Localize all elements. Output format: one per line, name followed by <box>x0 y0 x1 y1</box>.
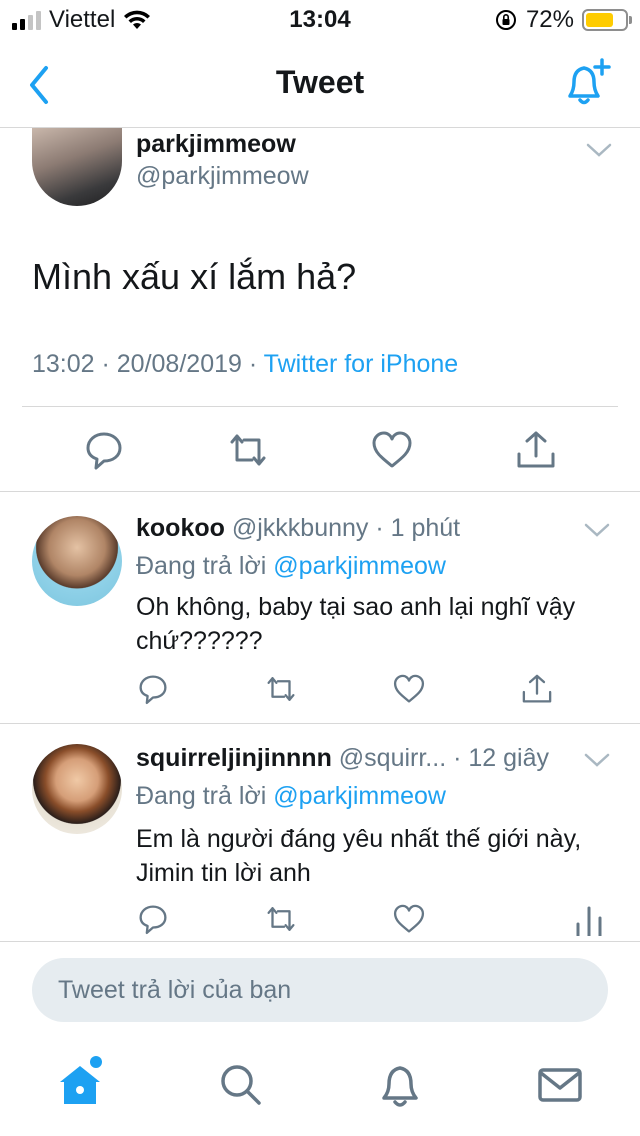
like-icon[interactable] <box>392 902 426 936</box>
replying-label: Đang trả lời <box>136 552 267 580</box>
replying-label: Đang trả lời <box>136 782 267 810</box>
tweet-source-link[interactable]: Twitter for iPhone <box>264 350 459 378</box>
chevron-down-icon[interactable] <box>584 752 610 768</box>
chevron-down-icon[interactable] <box>584 522 610 538</box>
reply-icon[interactable] <box>136 672 170 706</box>
tweet-author-handle[interactable]: @parkjimmeow <box>136 162 309 191</box>
replying-mention[interactable]: @parkjimmeow <box>273 552 446 580</box>
reply-tweet[interactable]: kookoo @jkkkbunny · 1 phút Đang trả lời … <box>0 492 640 724</box>
retweet-icon[interactable] <box>264 902 298 936</box>
avatar[interactable] <box>32 128 122 206</box>
reply-icon[interactable] <box>136 902 170 936</box>
main-tweet: parkjimmeow @parkjimmeow Mình xấu xí lắm… <box>0 128 640 492</box>
reply-author-name[interactable]: squirreljinjinnnn <box>136 744 332 772</box>
reply-tweet[interactable]: squirreljinjinnnn @squirr... · 12 giây Đ… <box>0 724 640 942</box>
replying-to: Đang trả lời @parkjimmeow <box>136 782 446 811</box>
battery-icon <box>582 9 632 31</box>
chevron-down-icon[interactable] <box>586 142 612 158</box>
messages-icon[interactable] <box>536 1060 584 1108</box>
reply-author-handle[interactable]: @squirr... · 12 giây <box>339 744 549 772</box>
reply-composer-input[interactable]: Tweet trả lời của bạn <box>32 958 608 1022</box>
reply-header: kookoo @jkkkbunny · 1 phút <box>136 514 460 543</box>
analytics-icon[interactable] <box>572 902 606 936</box>
reply-text: Oh không, baby tại sao anh lại nghĩ vậy … <box>136 593 576 655</box>
share-icon[interactable] <box>520 672 554 706</box>
reply-text: Em là người đáng yêu nhất thế giới này, … <box>136 825 582 887</box>
reply-header: squirreljinjinnnn @squirr... · 12 giây <box>136 744 549 773</box>
replying-to: Đang trả lời @parkjimmeow <box>136 552 446 581</box>
divider <box>22 406 618 407</box>
tweet-text: Mình xấu xí lắm hả? <box>32 256 357 297</box>
tweet-actions <box>0 428 640 476</box>
battery-fill <box>586 13 614 27</box>
replying-mention[interactable]: @parkjimmeow <box>273 782 446 810</box>
bell-plus-icon[interactable] <box>558 54 614 110</box>
status-right: 72% <box>494 6 632 34</box>
retweet-icon[interactable] <box>264 672 298 706</box>
retweet-icon[interactable] <box>226 428 270 472</box>
like-icon[interactable] <box>392 672 426 706</box>
notifications-icon[interactable] <box>376 1060 424 1108</box>
home-new-dot <box>90 1056 102 1068</box>
nav-bar: Tweet <box>0 42 640 128</box>
tweet-author-name[interactable]: parkjimmeow <box>136 130 296 159</box>
orientation-lock-icon <box>495 10 516 30</box>
tab-bar <box>0 1040 640 1136</box>
avatar[interactable] <box>32 516 122 606</box>
status-bar: Viettel 13:04 72% <box>0 0 640 42</box>
share-icon[interactable] <box>514 428 558 472</box>
composer-placeholder: Tweet trả lời của bạn <box>58 975 292 1004</box>
tweet-meta: 13:02 · 20/08/2019 · Twitter for iPhone <box>32 350 458 379</box>
avatar[interactable] <box>32 744 122 834</box>
like-icon[interactable] <box>370 428 414 472</box>
tweet-timestamp: 13:02 · 20/08/2019 · <box>32 350 258 378</box>
search-icon[interactable] <box>216 1060 264 1108</box>
reply-author-handle[interactable]: @jkkkbunny · 1 phút <box>232 514 460 542</box>
page-title: Tweet <box>275 64 365 100</box>
reply-icon[interactable] <box>82 428 126 472</box>
reply-author-name[interactable]: kookoo <box>136 514 225 542</box>
battery-percent: 72% <box>525 6 574 33</box>
